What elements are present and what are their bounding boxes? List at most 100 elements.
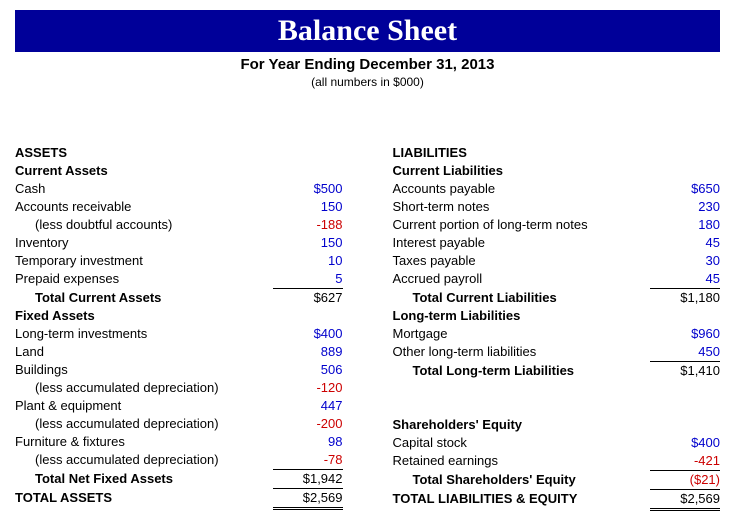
taxp-value: 30 [650,252,720,270]
mort-value: $960 [650,325,720,343]
accp-value: 45 [650,270,720,288]
line-inventory: Inventory 150 [15,234,343,252]
shareholders-equity-heading: Shareholders' Equity [393,416,721,434]
ltinv-value: $400 [273,325,343,343]
prepaid-label: Prepaid expenses [15,270,273,288]
total-liabilities-equity-label: TOTAL LIABILITIES & EQUITY [393,490,651,508]
total-assets-label: TOTAL ASSETS [15,489,273,507]
furn-value: 98 [273,433,343,451]
tempinv-label: Temporary investment [15,252,273,270]
cplt-value: 180 [650,216,720,234]
total-lt-liabilities-label: Total Long-term Liabilities [393,362,651,380]
otherlt-value: 450 [650,343,720,361]
bldg-dep-label: (less accumulated depreciation) [15,379,273,397]
line-accrued-payroll: Accrued payroll 45 [393,270,721,288]
balance-sheet-body: ASSETS Current Assets Cash $500 Accounts… [15,144,720,511]
line-buildings: Buildings 506 [15,361,343,379]
inventory-value: 150 [273,234,343,252]
furn-label: Furniture & fixtures [15,433,273,451]
total-current-liabilities-label: Total Current Liabilities [393,289,651,307]
cap-value: $400 [650,434,720,452]
ar-label: Accounts receivable [15,198,273,216]
assets-heading: ASSETS [15,144,343,162]
line-lt-investments: Long-term investments $400 [15,325,343,343]
ret-label: Retained earnings [393,452,651,470]
line-doubtful-accounts: (less doubtful accounts) -188 [15,216,343,234]
plant-dep-label: (less accumulated depreciation) [15,415,273,433]
total-liabilities-equity-value: $2,569 [650,489,720,511]
stn-value: 230 [650,198,720,216]
line-plant-dep: (less accumulated depreciation) -200 [15,415,343,433]
line-interest-payable: Interest payable 45 [393,234,721,252]
assets-column: ASSETS Current Assets Cash $500 Accounts… [15,144,343,511]
intp-label: Interest payable [393,234,651,252]
line-furniture-dep: (less accumulated depreciation) -78 [15,451,343,469]
line-cash: Cash $500 [15,180,343,198]
total-equity-label: Total Shareholders' Equity [393,471,651,489]
buildings-label: Buildings [15,361,273,379]
cash-value: $500 [273,180,343,198]
total-fixed-assets-label: Total Net Fixed Assets [15,470,273,488]
taxp-label: Taxes payable [393,252,651,270]
land-label: Land [15,343,273,361]
liabilities-column: LIABILITIES Current Liabilities Accounts… [393,144,721,511]
otherlt-label: Other long-term liabilities [393,343,651,361]
line-cplt-notes: Current portion of long-term notes 180 [393,216,721,234]
total-current-assets-label: Total Current Assets [15,289,273,307]
document-title: Balance Sheet [15,10,720,52]
ar-value: 150 [273,198,343,216]
ltinv-label: Long-term investments [15,325,273,343]
line-short-term-notes: Short-term notes 230 [393,198,721,216]
total-lt-liabilities-value: $1,410 [650,361,720,380]
line-total-assets: TOTAL ASSETS $2,569 [15,488,343,510]
line-total-liabilities-equity: TOTAL LIABILITIES & EQUITY $2,569 [393,489,721,511]
line-land: Land 889 [15,343,343,361]
line-total-equity: Total Shareholders' Equity ($21) [393,470,721,489]
accp-label: Accrued payroll [393,270,651,288]
line-capital-stock: Capital stock $400 [393,434,721,452]
ap-value: $650 [650,180,720,198]
document-subtitle: For Year Ending December 31, 2013 [15,56,720,73]
line-total-fixed-assets: Total Net Fixed Assets $1,942 [15,469,343,488]
furn-dep-label: (less accumulated depreciation) [15,451,273,469]
line-accounts-receivable: Accounts receivable 150 [15,198,343,216]
line-temp-investment: Temporary investment 10 [15,252,343,270]
line-mortgage: Mortgage $960 [393,325,721,343]
doubtful-value: -188 [273,216,343,234]
cash-label: Cash [15,180,273,198]
current-assets-heading: Current Assets [15,162,343,180]
furn-dep-value: -78 [273,451,343,469]
tempinv-value: 10 [273,252,343,270]
line-prepaid-expenses: Prepaid expenses 5 [15,270,343,288]
line-retained-earnings: Retained earnings -421 [393,452,721,470]
ret-value: -421 [650,452,720,470]
total-current-assets-value: $627 [273,288,343,307]
fixed-assets-heading: Fixed Assets [15,307,343,325]
land-value: 889 [273,343,343,361]
line-accounts-payable: Accounts payable $650 [393,180,721,198]
cplt-label: Current portion of long-term notes [393,216,651,234]
plant-label: Plant & equipment [15,397,273,415]
line-total-current-liabilities: Total Current Liabilities $1,180 [393,288,721,307]
total-fixed-assets-value: $1,942 [273,469,343,488]
stn-label: Short-term notes [393,198,651,216]
line-total-current-assets: Total Current Assets $627 [15,288,343,307]
line-other-lt-liabilities: Other long-term liabilities 450 [393,343,721,361]
total-current-liabilities-value: $1,180 [650,288,720,307]
cap-label: Capital stock [393,434,651,452]
document-note: (all numbers in $000) [15,75,720,89]
doubtful-label: (less doubtful accounts) [15,216,273,234]
line-taxes-payable: Taxes payable 30 [393,252,721,270]
total-assets-value: $2,569 [273,488,343,510]
prepaid-value: 5 [273,270,343,288]
line-plant-equipment: Plant & equipment 447 [15,397,343,415]
intp-value: 45 [650,234,720,252]
line-furniture: Furniture & fixtures 98 [15,433,343,451]
inventory-label: Inventory [15,234,273,252]
buildings-value: 506 [273,361,343,379]
plant-value: 447 [273,397,343,415]
liabilities-heading: LIABILITIES [393,144,721,162]
bldg-dep-value: -120 [273,379,343,397]
line-total-lt-liabilities: Total Long-term Liabilities $1,410 [393,361,721,380]
current-liabilities-heading: Current Liabilities [393,162,721,180]
